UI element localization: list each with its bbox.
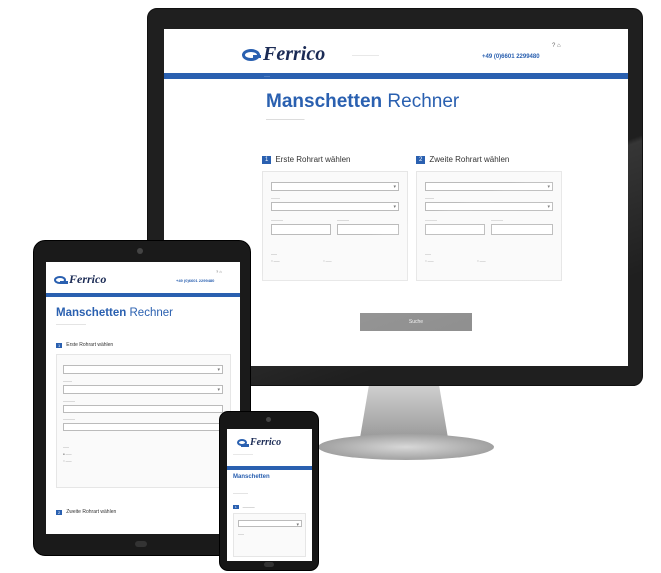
title-bold: Manschetten: [56, 307, 127, 319]
page-subtitle: ———————————: [266, 117, 305, 121]
step-number: 2: [56, 509, 63, 515]
panel-first-pipe: 1 Erste Rohrart wählen ——— ———— ———— —— …: [262, 155, 408, 285]
radio-option-2[interactable]: ○ ——: [63, 459, 72, 463]
field-label: ——: [238, 532, 244, 536]
ferrico-logo-icon: [237, 439, 249, 447]
field-label: ————: [337, 218, 349, 222]
ferrico-logo-icon: [242, 48, 261, 61]
panel-title: Erste Rohrart wählen: [275, 155, 351, 164]
panel-header: 1 Erste Rohrart wählen: [262, 155, 408, 164]
tablet-screen: Ferrico ? ⌂ +49 (0)6601 2299480 Manschet…: [46, 262, 240, 534]
panel-header: 2 Zweite Rohrart wählen: [56, 509, 116, 515]
outer-diameter-input[interactable]: [271, 224, 331, 235]
nav-bar: ——: [164, 73, 628, 79]
home-button[interactable]: [264, 562, 274, 567]
field-label: ———: [271, 196, 280, 200]
inner-diameter-input[interactable]: [491, 224, 553, 235]
home-button[interactable]: [135, 541, 147, 547]
pipe-type-select[interactable]: [238, 520, 302, 529]
breadcrumb[interactable]: ——: [264, 74, 270, 78]
page-title: Manschetten Rechner: [56, 307, 173, 319]
page-subtitle: ——————: [233, 492, 248, 495]
panel-title: Zweite Rohrart wählen: [66, 509, 117, 515]
page-subtitle: ——————————: [56, 322, 86, 326]
pipe-type-select[interactable]: [63, 365, 223, 374]
field-label: ————: [63, 399, 75, 403]
radio-option-1[interactable]: ○ ——: [271, 259, 280, 263]
radio-option-1[interactable]: ○ ——: [425, 259, 434, 263]
form-box: ——— ———— ———— —— ○ —— ○ ——: [416, 171, 562, 281]
field-label: ——: [425, 252, 431, 256]
monitor-base: [318, 434, 494, 460]
step-number: 1: [56, 342, 63, 348]
panel-title: ————: [242, 505, 255, 509]
outer-diameter-input[interactable]: [425, 224, 485, 235]
logo-text: Ferrico: [69, 272, 107, 286]
title-light: Rechner: [129, 307, 173, 319]
panel-header: 1 ————: [233, 505, 255, 509]
ferrico-logo[interactable]: Ferrico: [242, 43, 325, 66]
pipe-type-select[interactable]: [425, 182, 553, 191]
field-label: ———: [425, 196, 434, 200]
panel-title: Erste Rohrart wählen: [66, 342, 114, 348]
title-bold: Manschetten: [266, 91, 383, 112]
field-label: ————: [425, 218, 437, 222]
field-label: ————: [491, 218, 503, 222]
field-label: ——: [271, 252, 277, 256]
page-title: Manschetten: [233, 474, 270, 480]
camera-icon: [266, 417, 271, 422]
radio-option-2[interactable]: ○ ——: [477, 259, 486, 263]
step-number: 1: [262, 155, 272, 164]
outer-diameter-input[interactable]: [63, 405, 223, 413]
title-light: Rechner: [387, 91, 460, 112]
logo-text: Ferrico: [263, 43, 326, 65]
phone-device: Ferrico ———————— Manschetten —————— 1 ——…: [219, 411, 319, 571]
step-number: 1: [233, 505, 239, 509]
radio-option-2[interactable]: ○ ——: [323, 259, 332, 263]
ferrico-logo[interactable]: Ferrico: [54, 272, 106, 287]
field-label: ————: [271, 218, 283, 222]
phone-number[interactable]: +49 (0)6601 2299480: [176, 278, 214, 283]
nav-bar: [227, 466, 312, 470]
panel-title: Zweite Rohrart wählen: [429, 155, 510, 164]
camera-icon: [137, 248, 143, 254]
ferrico-logo[interactable]: Ferrico: [237, 437, 281, 448]
phone-number[interactable]: +49 (0)6601 2299480: [482, 54, 540, 60]
ferrico-logo-icon: [54, 275, 68, 284]
inner-diameter-input[interactable]: [337, 224, 399, 235]
panel-header: 1 Erste Rohrart wählen: [56, 342, 113, 348]
site-header: Ferrico ————————— ? ⌂ +49 (0)6601 229948…: [164, 29, 628, 67]
tagline: —————————: [352, 53, 379, 57]
diameter-select[interactable]: [425, 202, 553, 211]
utility-icons[interactable]: ? ⌂: [552, 43, 561, 49]
form-box: ——: [233, 513, 306, 557]
form-box: ——— ———— ———— —— ○ —— ○ ——: [262, 171, 408, 281]
phone-screen: Ferrico ———————— Manschetten —————— 1 ——…: [227, 429, 312, 561]
utility-icons[interactable]: ? ⌂: [216, 269, 222, 274]
diameter-select[interactable]: [271, 202, 399, 211]
monitor-stand: [360, 386, 448, 438]
diameter-select[interactable]: [63, 385, 223, 394]
panel-second-pipe: 2 Zweite Rohrart wählen ——— ———— ———— ——…: [416, 155, 562, 285]
step-number: 2: [416, 155, 426, 164]
form-box: ——— ———— ———— —— ● —— ○ ——: [56, 354, 231, 488]
field-label: ——: [63, 445, 69, 449]
panel-header: 2 Zweite Rohrart wählen: [416, 155, 562, 164]
logo-text: Ferrico: [250, 437, 282, 448]
field-label: ————: [63, 417, 75, 421]
inner-diameter-input[interactable]: [63, 423, 223, 431]
nav-bar: [46, 293, 240, 297]
page-title: Manschetten Rechner: [266, 91, 459, 113]
pipe-type-select[interactable]: [271, 182, 399, 191]
submit-button[interactable]: Suche: [360, 313, 472, 331]
tagline: ————————: [233, 453, 253, 456]
field-label: ———: [63, 379, 72, 383]
radio-option-1[interactable]: ● ——: [63, 452, 72, 456]
